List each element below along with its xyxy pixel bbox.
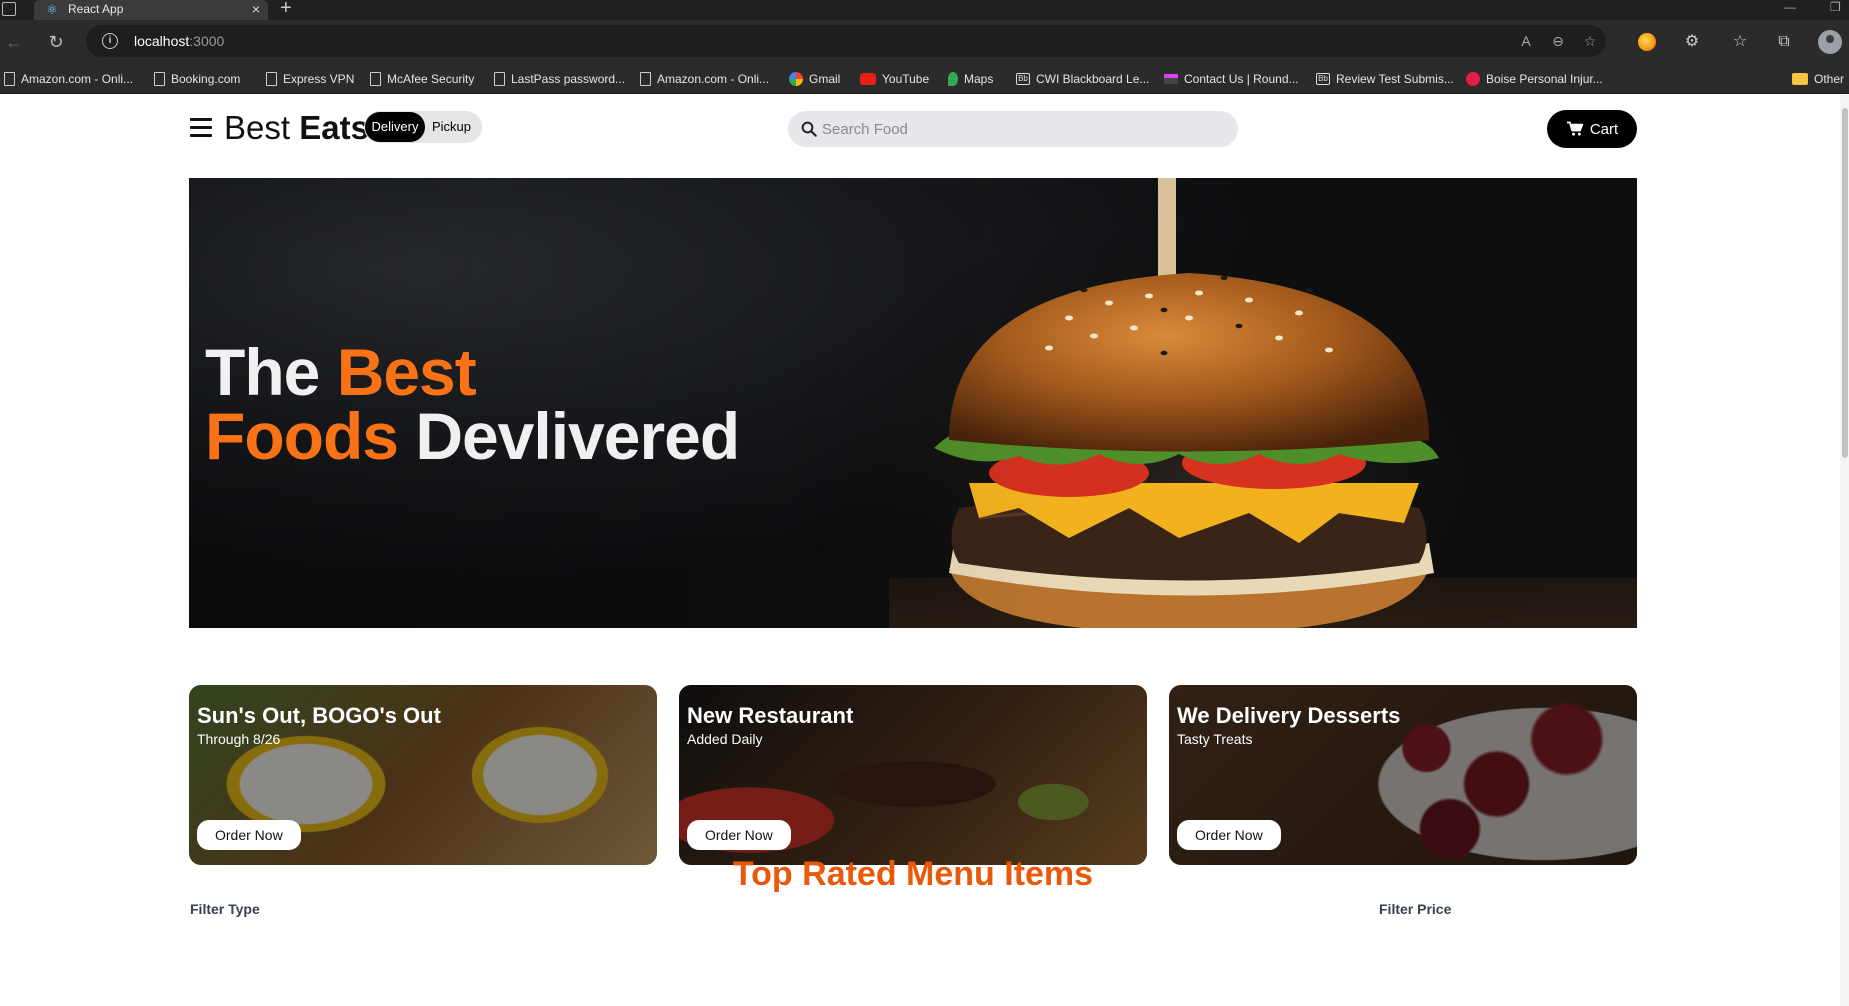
folder-icon — [1792, 73, 1808, 85]
page-icon — [4, 72, 15, 86]
law-icon — [1466, 72, 1480, 86]
bookmark-item[interactable]: YouTube — [860, 70, 929, 88]
window-menu-icon[interactable] — [2, 2, 16, 16]
add-favorite-icon[interactable]: ☆ — [1580, 31, 1600, 51]
hamburger-menu-icon[interactable] — [190, 118, 212, 138]
google-icon — [789, 72, 803, 86]
hero-banner: The Best Foods Devlivered — [189, 178, 1637, 628]
bookmark-item[interactable]: LastPass password... — [494, 70, 625, 88]
page-icon — [154, 72, 165, 86]
browser-toolbar: ← ↻ i localhost:3000 A ⊖ ☆ ⚙ ☆ ⧉ — [0, 20, 1849, 64]
blackboard-icon: Bb — [1316, 73, 1330, 85]
bookmark-item[interactable]: Amazon.com - Onli... — [4, 70, 133, 88]
address-bar[interactable]: i localhost:3000 A ⊖ ☆ — [86, 25, 1606, 57]
minimize-icon[interactable]: — — [1784, 0, 1796, 14]
blackboard-icon: Bb — [1016, 73, 1030, 85]
promo-cards: Sun's Out, BOGO's Out Through 8/26 Order… — [189, 685, 1637, 865]
site-info-icon[interactable]: i — [102, 33, 118, 49]
extension-icon[interactable] — [1638, 33, 1656, 51]
order-now-button[interactable]: Order Now — [687, 820, 791, 850]
cart-label: Cart — [1589, 120, 1619, 138]
bookmark-item[interactable]: Booking.com — [154, 70, 240, 88]
bookmark-item[interactable]: Maps — [948, 70, 993, 88]
cart-icon — [1566, 121, 1583, 136]
site-logo: Best Eats — [224, 109, 369, 146]
profile-avatar[interactable] — [1818, 30, 1842, 54]
card-title: New Restaurant — [687, 703, 854, 728]
bookmark-item[interactable]: McAfee Security — [370, 70, 474, 88]
page-scrollbar[interactable] — [1840, 95, 1849, 1006]
bookmark-item[interactable]: Bb Review Test Submis... — [1316, 70, 1454, 88]
delivery-option[interactable]: Delivery — [365, 112, 425, 142]
order-now-button[interactable]: Order Now — [1177, 820, 1281, 850]
tab-title: React App — [68, 2, 124, 16]
page-viewport: Best Eats Delivery Pickup Cart — [0, 95, 1849, 1006]
extensions-icon[interactable]: ⚙ — [1680, 30, 1704, 54]
search-input[interactable] — [822, 111, 1222, 147]
refresh-icon[interactable]: ↻ — [44, 30, 68, 54]
page-icon — [266, 72, 277, 86]
search-icon — [801, 121, 817, 137]
bookmark-item[interactable]: Express VPN — [266, 70, 354, 88]
filter-type-label: Filter Type — [190, 901, 260, 917]
page-icon — [640, 72, 651, 86]
back-icon[interactable]: ← — [2, 30, 26, 54]
card-subtitle: Added Daily — [687, 731, 763, 747]
bookmark-item[interactable]: Contact Us | Round... — [1164, 70, 1299, 88]
maps-icon — [948, 72, 958, 86]
read-aloud-icon[interactable]: A — [1516, 31, 1536, 51]
order-now-button[interactable]: Order Now — [197, 820, 301, 850]
react-icon: ⚛ — [46, 2, 58, 17]
card-title: Sun's Out, BOGO's Out — [197, 703, 441, 728]
youtube-icon — [860, 73, 876, 85]
browser-tabstrip: ⚛ React App × + — ❐ — [0, 0, 1849, 20]
contact-icon — [1164, 74, 1178, 84]
food-search — [788, 111, 1238, 147]
bookmark-item[interactable]: Bb CWI Blackboard Le... — [1016, 70, 1149, 88]
card-subtitle: Through 8/26 — [197, 731, 281, 747]
hero-headline: The Best Foods Devlivered — [205, 335, 740, 473]
url-text: localhost:3000 — [134, 33, 225, 49]
cart-button[interactable]: Cart — [1547, 110, 1637, 148]
scrollbar-thumb[interactable] — [1842, 108, 1848, 458]
card-subtitle: Tasty Treats — [1177, 731, 1253, 747]
filter-price-label: Filter Price — [1379, 901, 1452, 917]
other-bookmarks[interactable]: Other — [1792, 70, 1844, 88]
bookmark-item[interactable]: Gmail — [789, 70, 840, 88]
zoom-icon[interactable]: ⊖ — [1548, 31, 1568, 51]
bookmark-item[interactable]: Amazon.com - Onli... — [640, 70, 769, 88]
top-rated-heading: Top Rated Menu Items — [732, 855, 1094, 893]
bookmarks-bar: Amazon.com - Onli... Booking.com Express… — [0, 64, 1849, 94]
promo-card-new-restaurant[interactable]: New Restaurant Added Daily Order Now — [679, 685, 1147, 865]
promo-card-bogo[interactable]: Sun's Out, BOGO's Out Through 8/26 Order… — [189, 685, 657, 865]
restore-icon[interactable]: ❐ — [1830, 0, 1841, 14]
close-tab-icon[interactable]: × — [252, 0, 260, 18]
page-icon — [494, 72, 505, 86]
bookmark-item[interactable]: Boise Personal Injur... — [1466, 70, 1603, 88]
favorites-icon[interactable]: ☆ — [1728, 30, 1752, 54]
browser-tab[interactable]: ⚛ React App × — [34, 0, 268, 20]
collections-icon[interactable]: ⧉ — [1772, 30, 1796, 54]
delivery-pickup-toggle: Delivery Pickup — [364, 111, 482, 143]
promo-card-desserts[interactable]: We Delivery Desserts Tasty Treats Order … — [1169, 685, 1637, 865]
page-icon — [370, 72, 381, 86]
pickup-option[interactable]: Pickup — [432, 112, 471, 142]
new-tab-icon[interactable]: + — [280, 0, 292, 18]
card-title: We Delivery Desserts — [1177, 703, 1401, 728]
